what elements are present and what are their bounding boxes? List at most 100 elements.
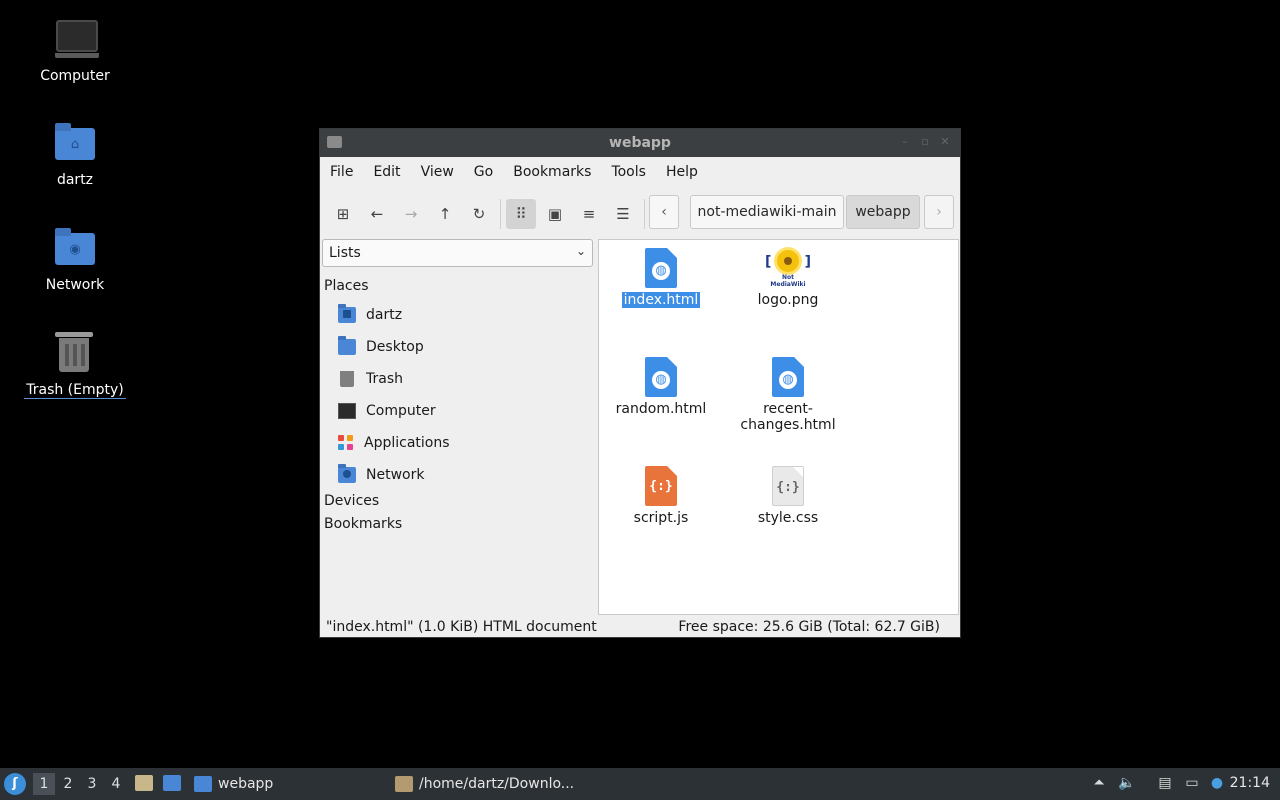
file-item-index-html[interactable]: ◍ index.html <box>601 248 721 308</box>
logo-caption: Not MediaWiki <box>770 274 806 288</box>
menu-edit[interactable]: Edit <box>363 164 410 180</box>
file-name: style.css <box>757 510 819 526</box>
new-tab-icon[interactable]: ⊞ <box>328 199 358 229</box>
taskbar: ʃ 1 2 3 4 webapp /home/dartz/Downlo... ⏶… <box>0 768 1280 800</box>
compact-view-icon[interactable]: ≡ <box>574 199 604 229</box>
file-name: random.html <box>615 401 707 417</box>
volume-icon[interactable]: 🔈 <box>1118 774 1136 792</box>
computer-icon <box>338 403 356 419</box>
workspace-1[interactable]: 1 <box>33 773 55 795</box>
file-item-random-html[interactable]: ◍ random.html <box>601 357 721 417</box>
place-label: Computer <box>366 403 436 419</box>
menu-file[interactable]: File <box>320 164 363 180</box>
place-label: Network <box>366 467 425 483</box>
breadcrumb-not-mediawiki-main[interactable]: not-mediawiki-main <box>690 195 844 229</box>
place-label: Applications <box>364 435 450 451</box>
file-view[interactable]: ◍ index.html [] Not MediaWiki logo.png ◍… <box>598 239 959 615</box>
css-file-icon: {:} <box>772 466 804 506</box>
window-titlebar[interactable]: webapp – ▫ ✕ <box>320 129 960 157</box>
desktop-folder-icon <box>338 336 356 355</box>
places-header[interactable]: Places <box>324 278 369 294</box>
devices-header[interactable]: Devices <box>324 493 379 509</box>
file-item-script-js[interactable]: {:} script.js <box>601 466 721 526</box>
menubar: File Edit View Go Bookmarks Tools Help <box>320 157 960 187</box>
home-folder-icon <box>338 304 356 323</box>
close-button[interactable]: ✕ <box>938 135 952 149</box>
menu-view[interactable]: View <box>411 164 464 180</box>
home-folder-icon: ⌂ <box>51 120 99 168</box>
place-dartz[interactable]: dartz <box>338 301 402 329</box>
task-webapp[interactable]: webapp <box>194 772 273 796</box>
toolbar-separator <box>500 199 501 229</box>
place-computer[interactable]: Computer <box>338 397 436 425</box>
side-pane: Lists ⌄ Places dartz Desktop Trash Compu… <box>322 237 595 612</box>
clock[interactable]: 21:14 <box>1230 775 1270 791</box>
folder-icon <box>194 776 212 792</box>
place-label: dartz <box>366 307 403 323</box>
file-item-recent-changes-html[interactable]: ◍ recent- changes.html <box>728 357 848 433</box>
clipboard-icon[interactable]: ▤ <box>1156 774 1174 792</box>
side-pane-mode-select[interactable]: Lists ⌄ <box>322 239 593 267</box>
desktop-icon-label: dartz <box>56 172 94 188</box>
up-arrow-icon[interactable]: ↑ <box>430 199 460 229</box>
html-file-icon: ◍ <box>645 248 677 288</box>
desktop-icon-computer[interactable]: Computer <box>20 16 130 84</box>
toolbar-separator <box>644 199 645 229</box>
task-archive[interactable]: /home/dartz/Downlo... <box>395 772 574 796</box>
menu-bookmarks[interactable]: Bookmarks <box>503 164 601 180</box>
status-bar: "index.html" (1.0 KiB) HTML document Fre… <box>320 615 960 637</box>
back-arrow-icon[interactable]: ← <box>362 199 392 229</box>
workspace-2[interactable]: 2 <box>57 773 79 795</box>
bookmarks-header[interactable]: Bookmarks <box>324 516 402 532</box>
maximize-button[interactable]: ▫ <box>918 135 932 149</box>
file-name: script.js <box>633 510 689 526</box>
status-selection-info: "index.html" (1.0 KiB) HTML document <box>326 619 597 635</box>
menu-help[interactable]: Help <box>656 164 708 180</box>
place-applications[interactable]: Applications <box>338 429 450 457</box>
file-item-style-css[interactable]: {:} style.css <box>728 466 848 526</box>
breadcrumb-webapp[interactable]: webapp <box>846 195 920 229</box>
status-free-space: Free space: 25.6 GiB (Total: 62.7 GiB) <box>678 619 940 635</box>
side-pane-mode-value: Lists <box>329 245 361 261</box>
menu-tools[interactable]: Tools <box>601 164 656 180</box>
show-desktop-icon[interactable] <box>163 775 181 791</box>
file-name: index.html <box>621 292 701 308</box>
place-label: Desktop <box>366 339 424 355</box>
place-trash[interactable]: Trash <box>338 365 403 393</box>
place-network[interactable]: Network <box>338 461 424 489</box>
detailed-list-view-icon[interactable]: ☰ <box>608 199 638 229</box>
workspace-4[interactable]: 4 <box>105 773 127 795</box>
file-item-logo-png[interactable]: [] Not MediaWiki logo.png <box>728 248 848 308</box>
image-thumbnail: [] Not MediaWiki <box>764 248 812 288</box>
computer-icon <box>51 16 99 64</box>
workspace-3[interactable]: 3 <box>81 773 103 795</box>
reload-icon[interactable]: ↻ <box>464 199 494 229</box>
archive-icon <box>395 776 413 792</box>
thumbnail-view-icon[interactable]: ▣ <box>540 199 570 229</box>
network-folder-icon <box>338 464 356 483</box>
network-icon[interactable]: ▭ <box>1183 774 1201 792</box>
html-file-icon: ◍ <box>772 357 804 397</box>
applications-icon <box>338 435 354 451</box>
desktop-icon-dartz[interactable]: ⌂ dartz <box>20 120 130 188</box>
desktop-icon-label: Trash (Empty) <box>24 382 126 399</box>
desktop-icon-network[interactable]: ◉ Network <box>20 225 130 293</box>
breadcrumb-scroll-right[interactable]: › <box>924 195 954 229</box>
forward-arrow-icon[interactable]: → <box>396 199 426 229</box>
trash-icon <box>340 371 354 387</box>
icon-view-icon[interactable]: ⠿ <box>506 199 536 229</box>
update-notifier-icon[interactable]: ● <box>1208 774 1226 792</box>
menu-go[interactable]: Go <box>464 164 503 180</box>
place-desktop[interactable]: Desktop <box>338 333 424 361</box>
javascript-file-icon: {:} <box>645 466 677 506</box>
network-folder-icon: ◉ <box>51 225 99 273</box>
breadcrumb-scroll-left[interactable]: ‹ <box>649 195 679 229</box>
file-manager-window: webapp – ▫ ✕ File Edit View Go Bookmarks… <box>319 128 961 638</box>
start-menu-icon[interactable]: ʃ <box>4 773 26 795</box>
tray-expand-icon[interactable]: ⏶ <box>1090 774 1108 792</box>
file-name-line2: changes.html <box>740 417 836 433</box>
desktop-icon-label: Computer <box>40 68 110 84</box>
desktop-icon-trash[interactable]: Trash (Empty) <box>20 330 130 399</box>
file-manager-launcher-icon[interactable] <box>135 775 153 791</box>
minimize-button[interactable]: – <box>898 135 912 149</box>
